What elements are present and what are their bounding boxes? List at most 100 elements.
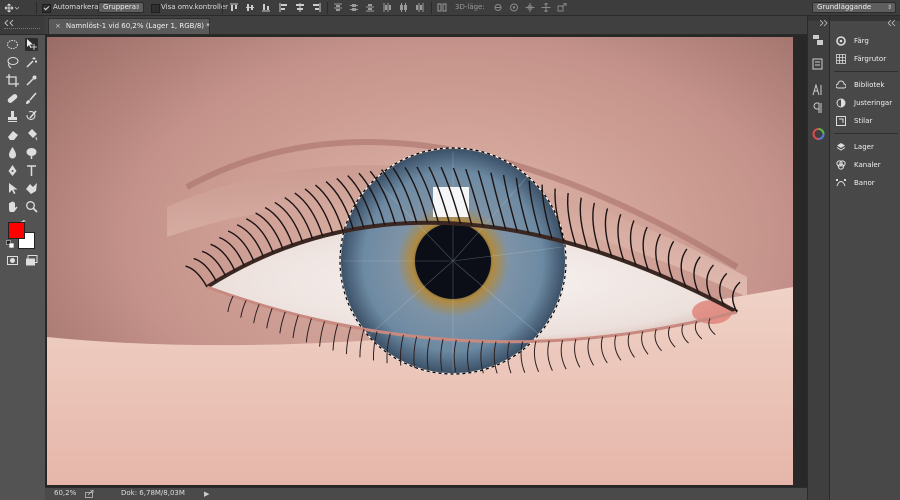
separator xyxy=(431,2,432,14)
panel-label: Banor xyxy=(854,179,875,187)
crop-tool-icon[interactable] xyxy=(6,74,19,87)
document-size-info: Dok: 6,78M/8,03M xyxy=(121,489,185,497)
lasso-tool-icon[interactable] xyxy=(6,56,19,69)
pen-tool-icon[interactable] xyxy=(6,164,19,177)
paragraph-panel-icon[interactable] xyxy=(812,102,825,114)
export-icon[interactable] xyxy=(85,489,94,498)
canvas-area[interactable] xyxy=(45,35,807,487)
drag-3d-icon[interactable] xyxy=(525,3,535,12)
auto-select-target-value: Gruppera xyxy=(103,3,137,11)
align-right-icon[interactable] xyxy=(311,3,321,12)
panel-label: Justeringar xyxy=(854,99,893,107)
clone-stamp-icon[interactable] xyxy=(6,110,19,123)
status-menu-arrow-icon[interactable]: ▶ xyxy=(204,490,209,498)
zoom-tool-icon[interactable] xyxy=(25,200,38,213)
panel-label: Lager xyxy=(854,143,874,151)
scale-3d-icon[interactable] xyxy=(557,3,567,12)
panel-layers[interactable]: Lager xyxy=(834,140,898,154)
auto-select-checkbox[interactable] xyxy=(42,4,51,13)
panel-label: Bibliotek xyxy=(854,81,885,89)
panel-label: Färgrutor xyxy=(854,55,887,63)
eye-photo-image xyxy=(47,37,793,485)
workspace-dropdown[interactable]: Grundläggande ⇕ xyxy=(812,2,896,13)
panel-swatches[interactable]: Färgrutor xyxy=(834,52,898,66)
mode-3d-label: 3D-läge: xyxy=(455,3,485,11)
foreground-color-swatch[interactable] xyxy=(8,222,25,239)
blur-tool-icon[interactable] xyxy=(6,146,19,159)
tools-panel xyxy=(0,16,45,500)
show-transform-checkbox[interactable] xyxy=(151,4,160,13)
panel-color[interactable]: Färg xyxy=(834,34,898,48)
distribute-vertical-center-icon[interactable] xyxy=(349,3,359,12)
move-tool-preset-icon[interactable] xyxy=(4,3,20,13)
align-vertical-center-icon[interactable] xyxy=(245,3,255,12)
path-selection-icon[interactable] xyxy=(6,182,19,195)
history-brush-icon[interactable] xyxy=(25,110,38,123)
eyedropper-icon[interactable] xyxy=(25,74,38,87)
zoom-level[interactable]: 60,2% xyxy=(54,489,76,497)
brush-tool-icon[interactable] xyxy=(25,92,38,105)
panel-label: Kanaler xyxy=(854,161,881,169)
tools-panel-header[interactable] xyxy=(0,16,45,35)
type-tool-icon[interactable] xyxy=(25,164,38,177)
panel-paths[interactable]: Banor xyxy=(834,176,898,190)
move-tool-icon[interactable] xyxy=(25,38,38,51)
healing-brush-icon[interactable] xyxy=(6,92,19,105)
distribute-bottom-icon[interactable] xyxy=(365,3,375,12)
eraser-icon[interactable] xyxy=(6,128,19,141)
history-panel-icon[interactable] xyxy=(812,34,825,46)
photo-canvas[interactable] xyxy=(47,37,793,485)
distribute-left-icon[interactable] xyxy=(383,3,393,12)
close-tab-icon[interactable]: × xyxy=(55,22,61,30)
align-bottom-icon[interactable] xyxy=(261,3,271,12)
panels-dock: Färg Färgrutor Bibliotek Justeringar Sti… xyxy=(829,16,900,500)
channels-circles-icon xyxy=(836,160,846,170)
status-bar: 60,2% Dok: 6,78M/8,03M ▶ xyxy=(45,487,807,500)
hand-tool-icon[interactable] xyxy=(6,200,19,213)
panel-adjustments[interactable]: Justeringar xyxy=(834,96,898,110)
document-tab-title: Namnlöst-1 vid 60,2% (Lager 1, RGB/8) * xyxy=(65,22,210,30)
dodge-tool-icon[interactable] xyxy=(25,146,38,159)
align-horizontal-center-icon[interactable] xyxy=(295,3,305,12)
quick-mask-icon[interactable] xyxy=(6,254,19,267)
panel-group-divider xyxy=(834,71,898,72)
document-tab-bar: × Namnlöst-1 vid 60,2% (Lager 1, RGB/8) * xyxy=(45,16,807,35)
expand-panels-icon[interactable] xyxy=(820,20,828,26)
distribute-right-icon[interactable] xyxy=(415,3,425,12)
auto-align-layers-icon[interactable] xyxy=(437,3,447,12)
collapse-dock-icon[interactable] xyxy=(888,20,896,26)
layers-stack-icon xyxy=(836,143,846,151)
swatches-grid-icon xyxy=(836,54,846,64)
panel-channels[interactable]: Kanaler xyxy=(834,158,898,172)
marquee-ellipse-icon[interactable] xyxy=(6,38,19,51)
character-panel-icon[interactable] xyxy=(812,83,825,96)
document-tab[interactable]: × Namnlöst-1 vid 60,2% (Lager 1, RGB/8) * xyxy=(48,18,210,34)
properties-panel-icon[interactable] xyxy=(812,58,825,70)
roll-3d-icon[interactable] xyxy=(509,3,519,12)
adjustments-circle-icon xyxy=(836,98,846,108)
default-colors-icon[interactable] xyxy=(6,240,14,248)
panel-styles[interactable]: Stilar xyxy=(834,114,898,128)
panel-label: Färg xyxy=(854,37,869,45)
auto-select-target-dropdown[interactable]: Gruppera ⇕ xyxy=(98,2,144,13)
panel-libraries[interactable]: Bibliotek xyxy=(834,78,898,92)
color-wheel-icon[interactable] xyxy=(812,128,825,140)
show-transform-label: Visa omv.kontroller xyxy=(161,3,229,11)
slide-3d-icon[interactable] xyxy=(541,3,551,12)
distribute-horizontal-center-icon[interactable] xyxy=(399,3,409,12)
magic-wand-icon[interactable] xyxy=(25,56,38,69)
custom-shape-icon[interactable] xyxy=(25,182,38,195)
chevron-down-icon: ⇕ xyxy=(886,4,892,11)
paint-bucket-icon[interactable] xyxy=(25,128,38,141)
distribute-top-icon[interactable] xyxy=(333,3,343,12)
separator xyxy=(327,2,328,14)
separator xyxy=(222,2,223,14)
rotate-3d-icon[interactable] xyxy=(493,3,503,12)
options-bar: Automarkera: Gruppera ⇕ Visa omv.kontrol… xyxy=(0,0,900,16)
screen-mode-icon[interactable] xyxy=(25,254,38,267)
separator xyxy=(36,2,37,14)
collapsed-panels-strip xyxy=(807,16,829,500)
paths-bezier-icon xyxy=(836,179,846,187)
align-top-icon[interactable] xyxy=(229,3,239,12)
align-left-icon[interactable] xyxy=(279,3,289,12)
